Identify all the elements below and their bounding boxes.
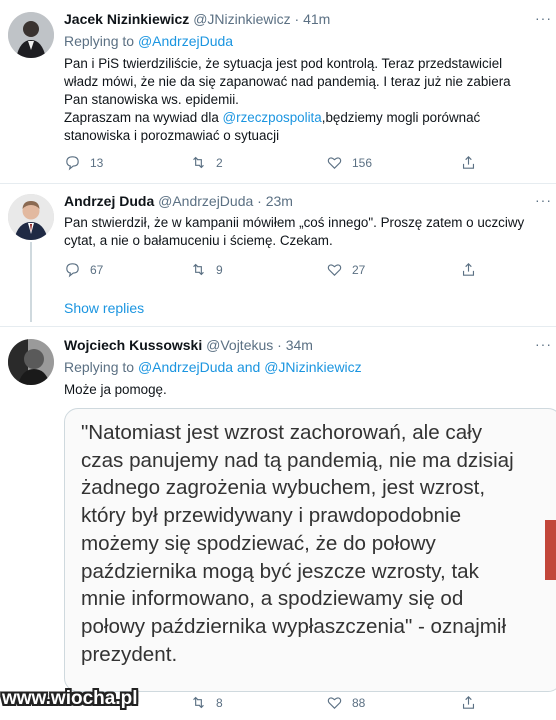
author-handle[interactable]: @AndrzejDuda	[158, 193, 253, 209]
tweet-text-line: władz mówi, że nie da się zapanować nad …	[64, 74, 511, 89]
tweet-text-line: Pan stwierdził, że w kampanii mówiłem „c…	[64, 215, 525, 230]
separator-dot: ·	[257, 193, 262, 209]
tweet-header: Andrzej Duda @AndrzejDuda · 23m	[64, 193, 293, 209]
like-icon	[327, 697, 342, 709]
tweet-text-line: stanowiska i porozmawiać o sytuacji	[64, 128, 280, 143]
retweet-button[interactable]: 9	[190, 261, 223, 278]
replying-to-mention[interactable]: @AndrzejDuda and @JNizinkiewicz	[138, 359, 362, 375]
watermark: www.wiocha.pl	[2, 688, 138, 709]
replying-to-label: Replying to	[64, 33, 135, 49]
replying-to-mention[interactable]: @AndrzejDuda	[138, 33, 233, 49]
like-count: 27	[352, 262, 366, 277]
tweet-time[interactable]: 23m	[266, 193, 293, 209]
tweet-time[interactable]: 41m	[303, 11, 330, 27]
reply-button[interactable]: 13	[64, 154, 103, 171]
tweet-text: Może ja pomogę.	[64, 382, 167, 397]
reply-icon	[66, 263, 79, 278]
like-icon	[327, 157, 342, 169]
avatar-jacek[interactable]	[8, 12, 54, 58]
avatar-duda[interactable]	[8, 194, 54, 240]
tweet-text-line: cytat, a nie o bałamuceniu i ściemę. Cze…	[64, 233, 333, 248]
like-count: 88	[352, 695, 366, 710]
tweet-actions: 13 2 156	[64, 154, 504, 176]
tweet-time[interactable]: 34m	[286, 337, 313, 353]
quote-line: czas panujemy nad tą pandemią, nie ma dz…	[81, 448, 514, 472]
retweet-count: 9	[216, 262, 223, 277]
like-count: 156	[352, 155, 373, 170]
retweet-count: 2	[216, 155, 223, 170]
tweet-text-line: Zapraszam na wywiad dla @rzeczpospolita,…	[64, 109, 511, 127]
share-button[interactable]	[460, 261, 477, 278]
share-icon	[462, 696, 475, 709]
share-button[interactable]	[460, 154, 477, 171]
replying-to: Replying to @AndrzejDuda	[64, 33, 233, 49]
quote-text: "Natomiast jest wzrost zachorowań, ale c…	[81, 419, 514, 668]
retweet-icon	[193, 696, 204, 709]
more-icon[interactable]: ···	[535, 192, 552, 208]
share-icon	[462, 263, 475, 276]
more-icon[interactable]: ···	[535, 336, 552, 352]
quote-line: połowy października wypłaszczenia" - ozn…	[81, 614, 507, 638]
like-button[interactable]: 156	[326, 154, 372, 171]
like-button[interactable]: 88	[326, 694, 365, 711]
share-icon	[462, 156, 475, 169]
quote-card[interactable]: "Natomiast jest wzrost zachorowań, ale c…	[64, 408, 556, 692]
like-icon	[327, 264, 342, 276]
avatar-duda-image	[8, 194, 54, 240]
tweet-text-fragment: Zapraszam na wywiad dla	[64, 110, 223, 125]
reply-count: 67	[90, 262, 104, 277]
author-name[interactable]: Jacek Nizinkiewicz	[64, 11, 189, 27]
avatar-wojciech-image	[8, 339, 54, 385]
reply-count: 13	[90, 155, 104, 170]
quote-line: możemy się spodziewać, że do połowy	[81, 531, 436, 555]
tweet-text-fragment: ,będziemy mogli porównać	[321, 110, 481, 125]
retweet-icon	[193, 156, 204, 169]
tweet-header: Wojciech Kussowski @Vojtekus · 34m	[64, 337, 313, 353]
share-button[interactable]	[460, 694, 477, 711]
replying-to-label: Replying to	[64, 359, 135, 375]
tweet-jacek[interactable]: Jacek Nizinkiewicz @JNizinkiewicz · 41m …	[0, 0, 556, 182]
author-name[interactable]: Andrzej Duda	[64, 193, 154, 209]
retweet-button[interactable]: 2	[190, 154, 223, 171]
retweet-icon	[193, 263, 204, 276]
tweet-actions: 67 9 27	[64, 261, 504, 283]
mention-link[interactable]: @rzeczpospolita	[223, 110, 322, 125]
like-button[interactable]: 27	[326, 261, 365, 278]
tweet-text: Pan stwierdził, że w kampanii mówiłem „c…	[64, 214, 524, 250]
more-icon[interactable]: ···	[535, 10, 552, 26]
quote-line: "Natomiast jest wzrost zachorowań, ale c…	[81, 421, 483, 444]
tweet-header: Jacek Nizinkiewicz @JNizinkiewicz · 41m	[64, 11, 330, 27]
reply-icon	[66, 156, 79, 171]
avatar-jacek-image	[8, 12, 54, 58]
author-handle[interactable]: @Vojtekus	[206, 337, 273, 353]
show-replies-link[interactable]: Show replies	[64, 300, 144, 316]
retweet-button[interactable]: 8	[190, 694, 223, 711]
replying-to: Replying to @AndrzejDuda and @JNizinkiew…	[64, 359, 362, 375]
separator-dot: ·	[294, 11, 300, 27]
quote-line: który był przewidywany i prawdopodobnie	[81, 504, 462, 528]
thread-line	[30, 242, 32, 322]
quote-line: żadnego zagrożenia wybuchem, jest wzrost…	[81, 476, 486, 500]
avatar-wojciech[interactable]	[8, 339, 54, 385]
author-name[interactable]: Wojciech Kussowski	[64, 337, 202, 353]
quote-line: mnie informowano, a spodziewamy się od	[81, 587, 464, 611]
author-handle[interactable]: @JNizinkiewicz	[193, 11, 290, 27]
separator-dot: ·	[277, 337, 282, 353]
tweet-text-line: Pan stanowiska ws. epidemii.	[64, 92, 239, 107]
retweet-count: 8	[216, 695, 223, 710]
reply-button[interactable]: 67	[64, 261, 103, 278]
quote-line: prezydent.	[81, 642, 178, 666]
side-image-fragment	[545, 520, 556, 580]
quote-line: października mogą być jeszcze wzrosty, t…	[81, 559, 479, 583]
tweet-text-line: Pan i PiS twierdziliście, że sytuacja je…	[64, 56, 503, 71]
tweet-text: Pan i PiS twierdziliście, że sytuacja je…	[64, 55, 511, 145]
